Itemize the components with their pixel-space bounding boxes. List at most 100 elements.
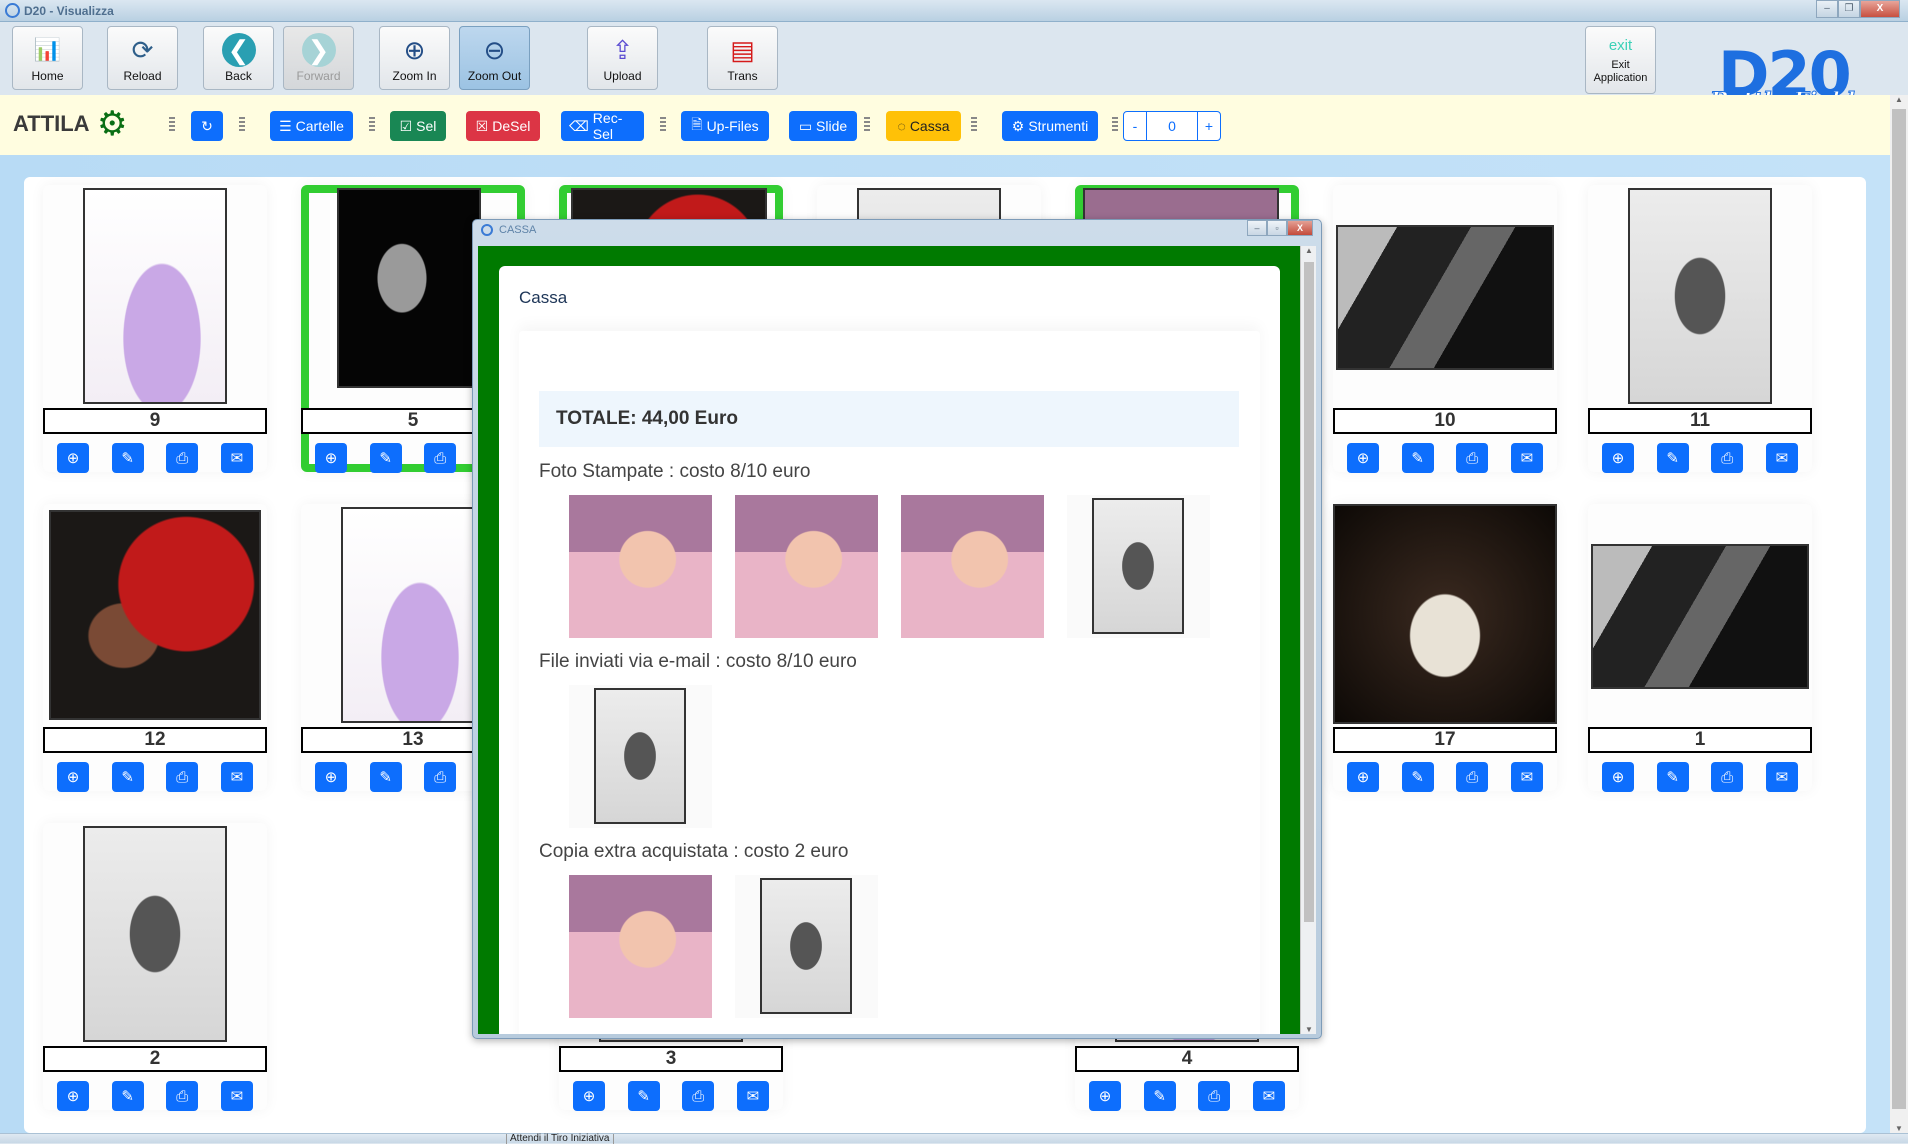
edit-button[interactable]: ✎ xyxy=(369,443,402,473)
dialog-maximize-button[interactable]: ▫ xyxy=(1267,220,1287,236)
print-button[interactable]: ⎙ xyxy=(1711,762,1744,792)
zoom-button[interactable]: ⊕ xyxy=(57,443,89,473)
toolbar-grip[interactable] xyxy=(971,117,977,133)
print-button[interactable]: ⎙ xyxy=(166,1081,199,1111)
page-scrollbar[interactable]: ▲ ▼ xyxy=(1890,95,1908,1133)
back-button[interactable]: ❮ Back xyxy=(203,26,274,90)
close-button[interactable]: X xyxy=(1860,0,1900,18)
increment-button[interactable]: + xyxy=(1198,112,1220,140)
photo-card[interactable]: 17 ⊕ ✎ ⎙ ✉ xyxy=(1333,504,1557,792)
photo-image[interactable] xyxy=(1591,544,1809,689)
zoom-button[interactable]: ⊕ xyxy=(1602,762,1634,792)
print-button[interactable]: ⎙ xyxy=(1456,762,1489,792)
zoom-button[interactable]: ⊕ xyxy=(315,443,347,473)
scrollbar-thumb[interactable] xyxy=(1892,109,1906,1109)
strumenti-button[interactable]: ⚙ Strumenti xyxy=(1002,111,1098,141)
trans-button[interactable]: ▤ Trans xyxy=(707,26,778,90)
photo-card[interactable]: 11 ⊕ ✎ ⎙ ✉ xyxy=(1588,185,1812,473)
rec-sel-button[interactable]: ⌫ Rec-Sel xyxy=(561,110,644,142)
photo-thumbnail[interactable] xyxy=(1067,495,1210,638)
photo-image[interactable] xyxy=(49,510,261,720)
upload-button[interactable]: ⇪ Upload xyxy=(587,26,658,90)
email-button[interactable]: ✉ xyxy=(220,1081,253,1111)
photo-image[interactable] xyxy=(1333,504,1557,724)
toolbar-grip[interactable] xyxy=(864,117,870,133)
up-files-button[interactable]: 🗎 Up-Files xyxy=(681,111,769,141)
edit-button[interactable]: ✎ xyxy=(1401,762,1434,792)
photo-image[interactable] xyxy=(341,507,485,723)
restore-button[interactable]: ❐ xyxy=(1838,0,1860,18)
print-button[interactable]: ⎙ xyxy=(1456,443,1489,473)
photo-thumbnail[interactable] xyxy=(735,495,878,638)
print-button[interactable]: ⎙ xyxy=(424,762,457,792)
photo-card[interactable]: 2 ⊕ ✎ ⎙ ✉ xyxy=(43,823,267,1111)
quantity-value[interactable]: 0 xyxy=(1146,112,1198,140)
reload-button[interactable]: ⟳ Reload xyxy=(107,26,178,90)
print-button[interactable]: ⎙ xyxy=(424,443,457,473)
photo-thumbnail[interactable] xyxy=(569,875,712,1018)
photo-card[interactable]: 1 ⊕ ✎ ⎙ ✉ xyxy=(1588,504,1812,792)
photo-thumbnail[interactable] xyxy=(569,495,712,638)
photo-image[interactable] xyxy=(1336,225,1554,370)
decrement-button[interactable]: - xyxy=(1124,112,1146,140)
cartelle-button[interactable]: ☰ Cartelle xyxy=(270,111,353,141)
settings-gear-icon[interactable]: ⚙ xyxy=(97,107,133,143)
edit-button[interactable]: ✎ xyxy=(111,1081,144,1111)
zoom-in-button[interactable]: ⊕ Zoom In xyxy=(379,26,450,90)
zoom-button[interactable]: ⊕ xyxy=(315,762,347,792)
slide-button[interactable]: ▭ Slide xyxy=(789,111,857,141)
email-button[interactable]: ✉ xyxy=(1510,762,1543,792)
forward-button[interactable]: ❯ Forward xyxy=(283,26,354,90)
zoom-button[interactable]: ⊕ xyxy=(57,762,89,792)
edit-button[interactable]: ✎ xyxy=(111,443,144,473)
zoom-button[interactable]: ⊕ xyxy=(57,1081,89,1111)
photo-image[interactable] xyxy=(83,826,227,1042)
zoom-button[interactable]: ⊕ xyxy=(1347,762,1379,792)
email-button[interactable]: ✉ xyxy=(220,762,253,792)
edit-button[interactable]: ✎ xyxy=(1656,762,1689,792)
email-button[interactable]: ✉ xyxy=(1510,443,1543,473)
scroll-down-icon[interactable]: ▼ xyxy=(1301,1025,1316,1034)
exit-application-button[interactable]: exit Exit Application xyxy=(1585,26,1656,94)
home-button[interactable]: 📊 Home xyxy=(12,26,83,90)
zoom-button[interactable]: ⊕ xyxy=(1347,443,1379,473)
edit-button[interactable]: ✎ xyxy=(111,762,144,792)
print-button[interactable]: ⎙ xyxy=(1198,1081,1231,1111)
zoom-button[interactable]: ⊕ xyxy=(1089,1081,1121,1111)
photo-thumbnail[interactable] xyxy=(569,685,712,828)
refresh-button[interactable]: ↻ xyxy=(191,111,223,141)
scroll-up-icon[interactable]: ▲ xyxy=(1890,95,1908,104)
photo-image[interactable] xyxy=(1628,188,1772,404)
toolbar-grip[interactable] xyxy=(1112,117,1118,133)
scroll-up-icon[interactable]: ▲ xyxy=(1301,246,1316,255)
email-button[interactable]: ✉ xyxy=(1765,762,1798,792)
photo-card[interactable]: 12 ⊕ ✎ ⎙ ✉ xyxy=(43,504,267,792)
zoom-button[interactable]: ⊕ xyxy=(1602,443,1634,473)
zoom-button[interactable]: ⊕ xyxy=(573,1081,605,1111)
print-button[interactable]: ⎙ xyxy=(1711,443,1744,473)
email-button[interactable]: ✉ xyxy=(736,1081,769,1111)
edit-button[interactable]: ✎ xyxy=(369,762,402,792)
print-button[interactable]: ⎙ xyxy=(682,1081,715,1111)
select-all-button[interactable]: ☑ Sel xyxy=(390,111,446,141)
print-button[interactable]: ⎙ xyxy=(166,762,199,792)
deselect-button[interactable]: ☒ DeSel xyxy=(466,111,540,141)
email-button[interactable]: ✉ xyxy=(220,443,253,473)
zoom-out-button[interactable]: ⊖ Zoom Out xyxy=(459,26,530,90)
scrollbar-thumb[interactable] xyxy=(1304,262,1314,922)
edit-button[interactable]: ✎ xyxy=(627,1081,660,1111)
quantity-stepper[interactable]: - 0 + xyxy=(1123,111,1221,141)
photo-card[interactable]: 10 ⊕ ✎ ⎙ ✉ xyxy=(1333,185,1557,473)
toolbar-grip[interactable] xyxy=(369,117,375,133)
photo-image[interactable] xyxy=(83,188,227,404)
edit-button[interactable]: ✎ xyxy=(1656,443,1689,473)
dialog-minimize-button[interactable]: – xyxy=(1247,220,1267,236)
minimize-button[interactable]: – xyxy=(1816,0,1838,18)
edit-button[interactable]: ✎ xyxy=(1401,443,1434,473)
email-button[interactable]: ✉ xyxy=(1252,1081,1285,1111)
cassa-button[interactable]: ◌ Cassa xyxy=(886,111,961,141)
photo-thumbnail[interactable] xyxy=(735,875,878,1018)
photo-image[interactable] xyxy=(337,188,481,388)
print-button[interactable]: ⎙ xyxy=(166,443,199,473)
dialog-scrollbar[interactable]: ▲ ▼ xyxy=(1300,246,1316,1034)
